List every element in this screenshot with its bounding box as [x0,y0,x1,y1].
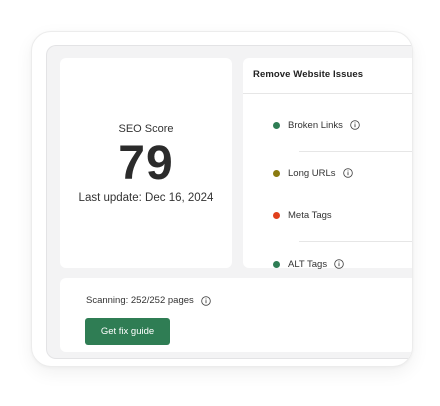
info-icon[interactable] [342,168,353,178]
issue-broken-links[interactable]: Broken Links [273,117,360,133]
status-dot-icon [273,260,280,268]
issue-label: Meta Tags [288,209,332,221]
status-dot-icon [273,121,280,129]
dashboard-panel: SEO Score 79 Last update: Dec 16, 2024 R… [46,45,412,359]
scan-status-card: Scanning: 252/252 pages Get fix guide [60,278,412,352]
issue-long-urls[interactable]: Long URLs [273,165,353,181]
status-dot-icon [273,211,280,219]
issue-label: Long URLs [288,167,336,179]
scan-status-text: Scanning: 252/252 pages [86,295,194,306]
divider [299,151,412,152]
issue-alt-tags[interactable]: ALT Tags [273,256,344,272]
get-fix-guide-button[interactable]: Get fix guide [85,318,170,345]
info-icon[interactable] [334,259,344,269]
scan-status: Scanning: 252/252 pages [86,295,211,306]
seo-score-value: 79 [118,137,174,190]
issue-meta-tags[interactable]: Meta Tags [273,207,332,223]
status-dot-icon [273,169,280,177]
issue-label: Broken Links [288,119,343,131]
seo-score-card: SEO Score 79 Last update: Dec 16, 2024 [60,58,232,268]
issues-title: Remove Website Issues [253,69,364,80]
app-window: SEO Score 79 Last update: Dec 16, 2024 R… [31,31,413,367]
last-update-text: Last update: Dec 16, 2024 [78,192,214,204]
website-issues-card: Remove Website Issues Broken Links Long … [243,58,412,270]
issue-label: ALT Tags [288,258,328,270]
info-icon[interactable] [201,295,211,306]
seo-score-label: SEO Score [118,123,174,135]
info-icon[interactable] [350,120,360,130]
divider [299,241,412,242]
divider [243,93,412,94]
